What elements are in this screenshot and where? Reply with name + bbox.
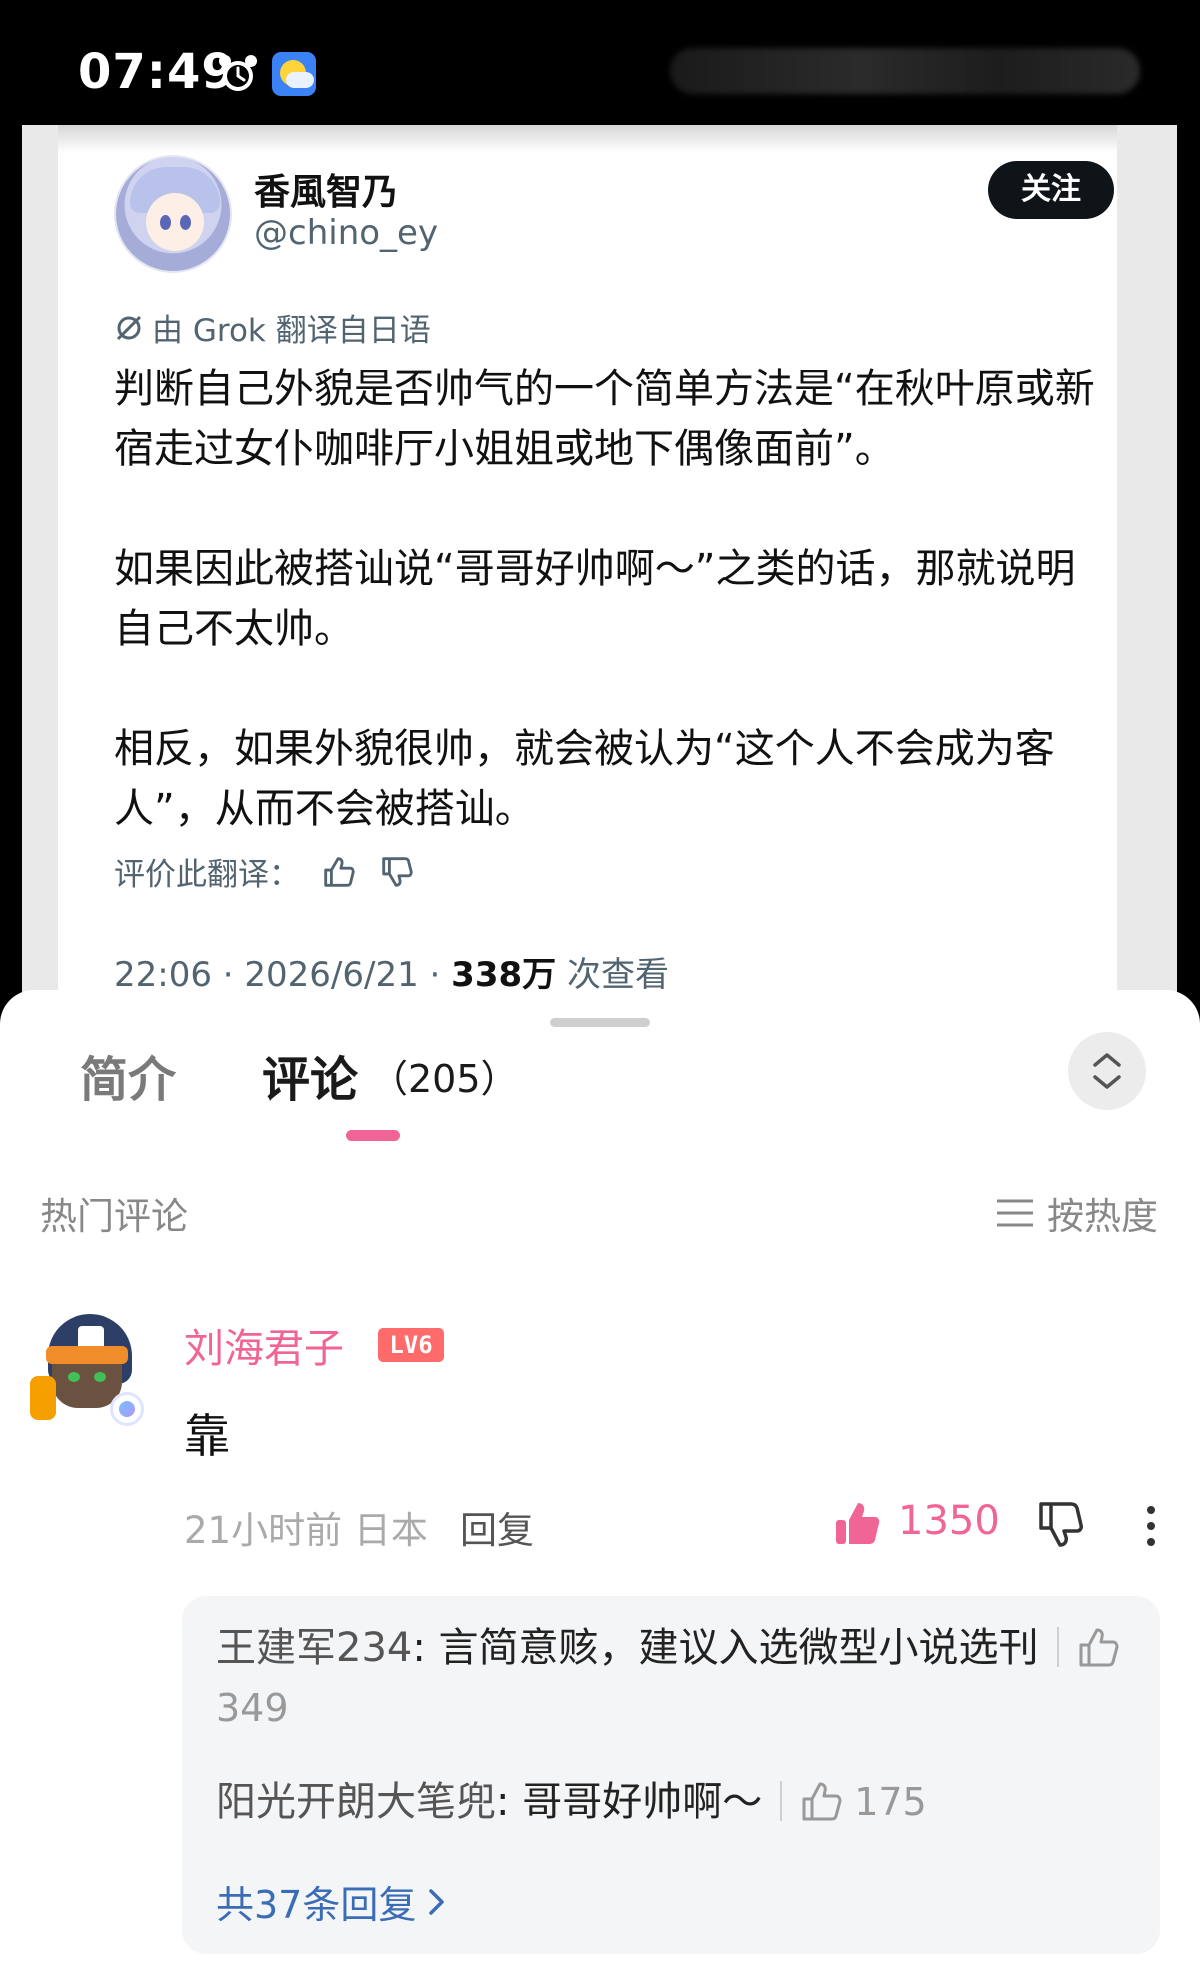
grok-icon (116, 315, 142, 340)
thumb-down-icon[interactable] (1036, 1498, 1086, 1550)
status-time: 07:49 (78, 44, 236, 100)
tab-intro[interactable]: 简介 (80, 1040, 176, 1110)
view-all-replies-label: 共37条回复 (216, 1883, 417, 1927)
drag-handle[interactable] (550, 1018, 650, 1027)
verified-badge-icon (110, 1392, 144, 1426)
weather-icon (272, 52, 316, 96)
chevron-up-down-icon (1093, 1053, 1121, 1089)
like-count: 1350 (898, 1498, 1000, 1544)
thumb-up-icon[interactable] (800, 1779, 844, 1823)
thumb-down-icon[interactable] (378, 853, 416, 891)
author-name[interactable]: 香風智乃 (254, 163, 398, 215)
level-badge: LV6 (378, 1328, 444, 1362)
tab-comments[interactable]: 评论 (262, 1040, 358, 1110)
reply-item[interactable]: 王建军234: 言简意赅，建议入选微型小说选刊 349 (216, 1618, 1136, 1738)
comment-count: （205） (370, 1057, 519, 1101)
list-icon (997, 1199, 1033, 1227)
follow-button[interactable]: 关注 (988, 161, 1114, 219)
post-views-suffix: 次查看 (556, 955, 669, 995)
translation-note-text: 由 Grok 翻译自日语 (152, 313, 431, 349)
reply-item[interactable]: 阳光开朗大笔兜: 哥哥好帅啊～ 175 (216, 1772, 927, 1832)
reply-button[interactable]: 回复 (460, 1500, 534, 1554)
expand-collapse-button[interactable] (1068, 1032, 1146, 1110)
post-paragraph: 相反，如果外貌很帅，就会被认为“这个人不会成为客人”，从而不会被搭讪。 (114, 726, 1055, 832)
post-views: 338万 (451, 955, 557, 995)
reply-text: : 言简意赅，建议入选微型小说选刊 (412, 1625, 1039, 1671)
reply-text: : 哥哥好帅啊～ (496, 1779, 763, 1825)
post-time: 22:06 · 2026/6/21 · (114, 955, 452, 995)
translation-note: 由 Grok 翻译自日语 (114, 305, 431, 350)
author-avatar[interactable] (114, 155, 232, 273)
post-screenshot: 香風智乃 @chino_ey 关注 由 Grok 翻译自日语 判断自己外貌是否帅… (22, 125, 1177, 1005)
reply-author[interactable]: 王建军234 (216, 1625, 412, 1671)
rate-translation-label: 评价此翻译： (114, 857, 300, 893)
post-meta: 22:06 · 2026/6/21 · 338万 次查看 (114, 947, 669, 996)
hot-comments-label: 热门评论 (40, 1195, 188, 1238)
sort-button[interactable]: 按热度 (995, 1186, 1158, 1240)
commenter-avatar[interactable] (26, 1310, 144, 1428)
author-handle: @chino_ey (254, 213, 439, 253)
comment-text: 靠 (184, 1409, 230, 1463)
commenter-name[interactable]: 刘海君子 (184, 1316, 344, 1374)
chevron-right-icon (429, 1888, 445, 1915)
post-paragraph: 如果因此被搭讪说“哥哥好帅啊～”之类的话，那就说明自己不太帅。 (114, 546, 1076, 652)
sort-label: 按热度 (1047, 1195, 1158, 1238)
reply-like-count: 349 (216, 1686, 289, 1730)
alarm-icon (219, 55, 257, 91)
post-paragraph: 判断自己外貌是否帅气的一个简单方法是“在秋叶原或新宿走过女仆咖啡厅小姐姐或地下偶… (114, 366, 1095, 472)
rate-translation-row: 评价此翻译： (114, 849, 416, 894)
thumb-up-filled-icon[interactable] (832, 1498, 882, 1548)
blurred-status-area (670, 48, 1140, 94)
reply-author[interactable]: 阳光开朗大笔兜 (216, 1779, 496, 1825)
comments-sheet: 简介 评论 （205） 热门评论 按热度 刘海君子 LV6 靠 21小时前 日本… (0, 990, 1200, 1971)
status-bar: 07:49 (0, 0, 1200, 125)
reply-like-count: 175 (854, 1780, 927, 1824)
more-options-icon[interactable] (1136, 1502, 1166, 1550)
replies-preview[interactable]: 王建军234: 言简意赅，建议入选微型小说选刊 349 阳光开朗大笔兜: 哥哥好帅… (182, 1596, 1160, 1954)
tab-indicator (346, 1130, 400, 1141)
view-all-replies-link[interactable]: 共37条回复 (216, 1874, 448, 1929)
thumb-up-icon[interactable] (320, 853, 358, 891)
comment-time-location: 21小时前 日本 (184, 1509, 428, 1552)
thumb-up-icon[interactable] (1077, 1625, 1121, 1669)
